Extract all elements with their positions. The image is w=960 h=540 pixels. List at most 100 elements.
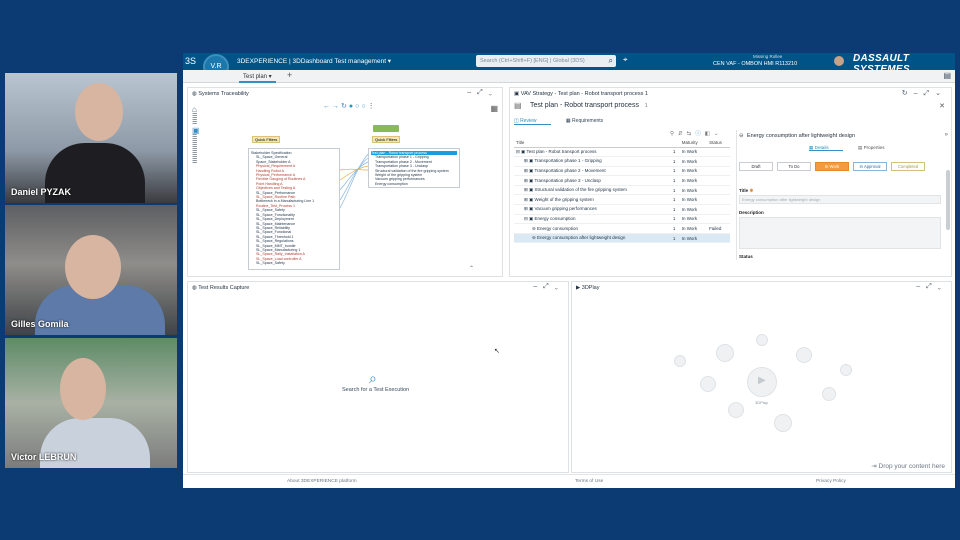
panel-controls[interactable]: –⤢⌄	[533, 283, 564, 291]
test-case-icon: ⊖	[739, 133, 744, 139]
cell-maturity: In Work	[679, 156, 708, 167]
row-expander-icon[interactable]: ⊞ ▣	[524, 158, 534, 163]
tree-item[interactable]: SL_Space_Safety	[251, 261, 337, 265]
row-title: Test plan - Robot transport process	[526, 148, 597, 154]
home-icon[interactable]: ⌂	[192, 105, 204, 114]
table-row[interactable]: ⊖ Energy consumption 1 In Work Failed	[514, 223, 730, 234]
col-status[interactable]: Status	[707, 139, 730, 148]
chat-icon[interactable]: ▤	[943, 71, 951, 80]
play-satellite-icon	[822, 387, 836, 401]
row-expander-icon[interactable]: ⊟ ▣	[524, 216, 535, 221]
database-icon[interactable]: ▣	[192, 126, 204, 135]
row-title: Transportation phase 2 - Movement	[534, 167, 606, 173]
results-panel: ◍ Test Results Capture –⤢⌄ ⌕ Search for …	[187, 281, 569, 473]
tab-details[interactable]: ▦ Details	[809, 145, 843, 151]
row-title: Transportation phase 1 - Gripping	[534, 158, 602, 164]
table-row[interactable]: ⊞ ▣ Vacuum gripping performances 1 In Work	[514, 204, 730, 215]
table-toolbar[interactable]: ⚲⇵⇆ⓘ◧⌄	[670, 129, 723, 137]
chevron-right-icon[interactable]: »	[945, 132, 948, 138]
list-icon[interactable]: ☰ ☰ ☰	[192, 135, 204, 153]
cell-maturity: In Work	[679, 214, 708, 225]
quick-filters-right[interactable]: Quick Filters	[372, 136, 401, 143]
participant-name: Victor LEBRUN	[11, 452, 77, 462]
table-row[interactable]: ⊞ ▣ Transportation phase 3 - Unclasp 1 In …	[514, 175, 730, 186]
title-field[interactable]: Energy consumption after lightweight des…	[739, 195, 941, 204]
state-chip[interactable]: To Do	[777, 162, 811, 171]
state-chip[interactable]: In Approval	[853, 162, 887, 171]
row-expander-icon[interactable]: ⊞ ▣	[524, 187, 535, 192]
tag-icon[interactable]: ⌖	[623, 55, 628, 65]
drop-zone-hint[interactable]: ⇥ Drop your content here	[871, 462, 945, 470]
cell-maturity: In Work	[679, 175, 708, 186]
about-link[interactable]: About 3DEXPERIENCE platform	[287, 479, 357, 484]
terms-link[interactable]: Terms of Use	[575, 479, 603, 484]
cell-count: 1	[670, 156, 680, 167]
traceability-panel: ◍ Systems Traceability –⤢⌄ ⌂ ☰ ☰ ▣ ☰ ☰ ☰ ☰ ☰…	[187, 87, 503, 277]
search-input[interactable]: Search (Ctrl+Shift+F) [ENG] | Global (3D…	[476, 55, 616, 67]
more-icon[interactable]: ⋮	[368, 103, 377, 110]
panel-title-text: 3DPlay	[581, 285, 600, 291]
detail-tabs: ▦ Details ▤ Properties	[809, 145, 913, 151]
refresh-icon[interactable]: ↻	[341, 103, 349, 110]
table-row[interactable]: ⊞ ▣ Transportation phase 2 - Movement 1 In…	[514, 166, 730, 177]
avatar[interactable]	[834, 56, 844, 66]
table-row[interactable]: ⊞ ▣ Weight of the gripping system 1 In Wor…	[514, 194, 730, 206]
chevron-up-icon[interactable]: ⌃	[469, 265, 474, 272]
testplan-title-text: Test plan - Robot transport process	[530, 102, 639, 109]
tab-review[interactable]: ◫ Review	[514, 118, 551, 125]
search-icon[interactable]: ⌕	[609, 55, 613, 67]
tab-properties[interactable]: ▤ Properties	[858, 145, 899, 150]
state-chip[interactable]: Completed	[891, 162, 925, 171]
cell-title: ⊞ ▣ Transportation phase 1 - Gripping	[514, 156, 671, 167]
quick-filters-left[interactable]: Quick Filters	[252, 136, 281, 143]
grid-icon[interactable]: ▦	[490, 104, 498, 113]
table-row[interactable]: ⊟ ▣ Energy consumption 1 In Work	[514, 214, 730, 225]
table-row[interactable]: ⊞ ▣ Transportation phase 1 - Gripping 1 In…	[514, 156, 730, 167]
app-name[interactable]: Test management	[334, 58, 386, 65]
panel-controls[interactable]: ↻–⤢⌄	[902, 89, 947, 98]
test-tree: Test plan - Robot transport process Trans…	[368, 148, 460, 188]
participant-face	[75, 83, 123, 141]
row-expander-icon[interactable]: ⊞ ▣	[524, 206, 535, 211]
tab-requirements[interactable]: ▦ Requirements	[566, 118, 617, 124]
trace-sidebar: ⌂ ☰ ☰ ▣ ☰ ☰ ☰ ☰ ☰	[192, 105, 204, 165]
cell-count: 1	[670, 194, 680, 206]
row-expander-icon[interactable]: ⊞ ▣	[524, 197, 535, 202]
cell-maturity: In Work	[679, 194, 708, 206]
dashboard-tabs: Test plan ▾ + ▤	[183, 70, 955, 83]
scrollbar[interactable]	[946, 170, 950, 230]
table-row[interactable]: ⊟ ▣ Test plan - Robot transport process 1…	[514, 147, 730, 158]
privacy-link[interactable]: Privacy Policy	[816, 479, 846, 484]
row-expander-icon[interactable]: ⊞ ▣	[524, 178, 534, 183]
row-expander-icon[interactable]: ⊟ ▣	[516, 149, 526, 154]
tree-item[interactable]: Energy consumption	[371, 182, 457, 186]
state-chip[interactable]: Draft	[739, 162, 773, 171]
detail-title: Energy consumption after lightweight des…	[747, 133, 855, 139]
node-toolbar[interactable]	[373, 125, 399, 132]
panel-title: ▶ 3DPlay	[576, 285, 600, 291]
cell-count: 1	[670, 233, 680, 244]
table-row[interactable]: ⊞ ▣ Structural validation of the fire gr…	[514, 185, 730, 196]
add-tab-icon[interactable]: +	[287, 70, 292, 80]
col-title[interactable]: Title	[514, 139, 671, 148]
cell-count: 1	[670, 204, 680, 215]
user-context[interactable]: CEN VAF - OMBON HMI R113210	[713, 61, 797, 67]
play-satellite-icon	[774, 414, 792, 432]
cell-title: ⊟ ▣ Energy consumption	[514, 214, 671, 225]
arrow-right-icon[interactable]: →	[332, 103, 341, 110]
row-title: Structural validation of the fire grippi…	[534, 187, 627, 193]
maturity-states: Draft To Do In Work In Approval Completed	[739, 162, 929, 171]
col-maturity[interactable]: Maturity	[679, 139, 708, 148]
arrow-left-icon[interactable]: ←	[323, 103, 332, 110]
top-bar: 3S V.R 3DEXPERIENCE | 3DDashboard Test m…	[183, 53, 955, 80]
panel-controls[interactable]: –⤢⌄	[467, 89, 498, 97]
state-chip[interactable]: In Work	[815, 162, 849, 171]
list-icon[interactable]: ☰ ☰	[192, 114, 204, 126]
panel-controls[interactable]: –⤢⌄	[916, 283, 947, 291]
tab-test-plan[interactable]: Test plan ▾	[239, 72, 276, 83]
table-row[interactable]: ⊖ Energy consumption after lightweight d…	[514, 233, 730, 244]
description-field[interactable]	[739, 217, 941, 249]
list-icon[interactable]: ☰ ☰	[192, 153, 204, 165]
close-icon[interactable]: ✕	[939, 102, 945, 110]
row-expander-icon[interactable]: ⊞ ▣	[524, 168, 534, 173]
